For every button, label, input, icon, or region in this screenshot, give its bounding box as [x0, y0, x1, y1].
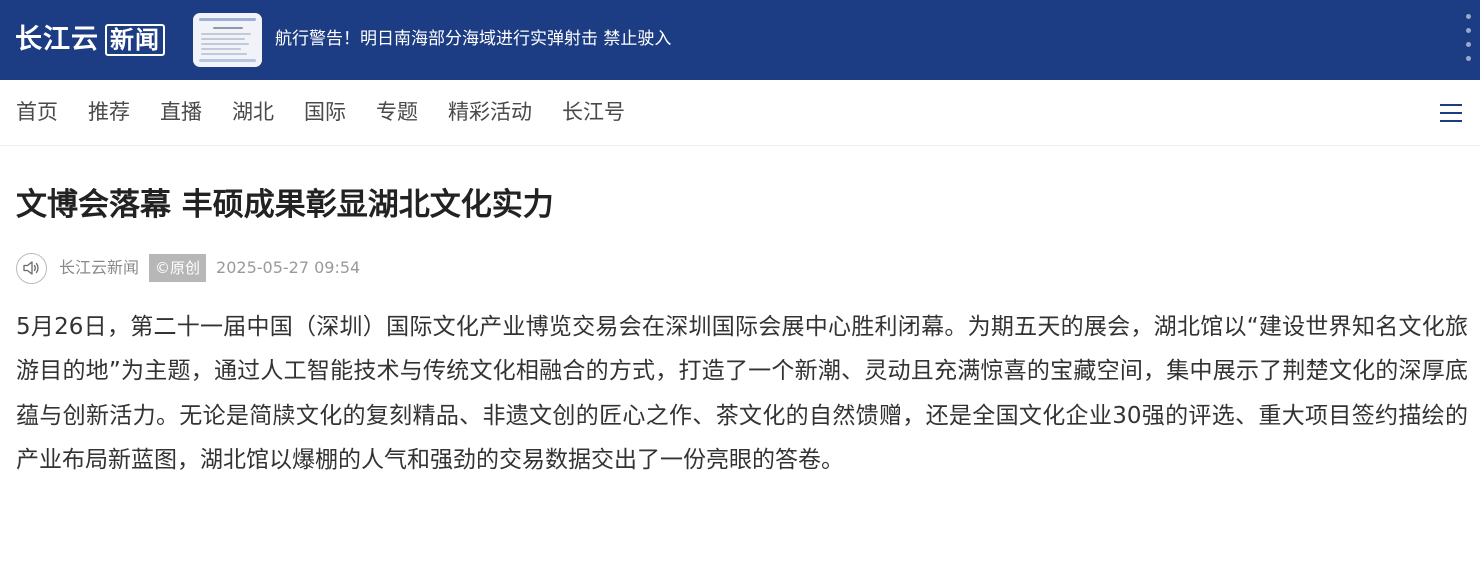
logo-badge: 新闻 — [105, 24, 165, 56]
publish-date: 2025-05-27 09:54 — [216, 258, 361, 277]
speaker-glyph — [22, 261, 39, 275]
breaking-alert-link[interactable]: 航行警告！明日南海部分海域进行实弹射击 禁止驶入 — [275, 27, 671, 51]
nav-list: 首页 推荐 直播 湖北 国际 专题 精彩活动 长江号 — [16, 97, 625, 127]
nav-item-recommend[interactable]: 推荐 — [88, 97, 130, 127]
nav-item-events[interactable]: 精彩活动 — [448, 97, 532, 127]
hamburger-menu-icon[interactable] — [1440, 104, 1462, 122]
nav-item-topics[interactable]: 专题 — [376, 97, 418, 127]
site-logo[interactable]: 长江云 新闻 — [15, 24, 165, 56]
nav-item-international[interactable]: 国际 — [304, 97, 346, 127]
speaker-icon[interactable] — [16, 252, 47, 284]
main-nav: 首页 推荐 直播 湖北 国际 专题 精彩活动 长江号 — [0, 80, 1480, 146]
nav-item-hubei[interactable]: 湖北 — [232, 97, 274, 127]
article-title: 文博会落幕 丰硕成果彰显湖北文化实力 — [16, 187, 554, 223]
article-body: 5月26日，第二十一届中国（深圳）国际文化产业博览交易会在深圳国际会展中心胜利闭… — [16, 314, 1468, 473]
news-thumbnail[interactable] — [193, 13, 262, 67]
logo-text: 长江云 — [15, 24, 99, 55]
article-source[interactable]: 长江云新闻 — [59, 257, 139, 279]
vertical-dots-icon[interactable] — [1466, 14, 1472, 66]
nav-item-home[interactable]: 首页 — [16, 97, 58, 127]
original-badge: ©原创 — [149, 254, 207, 282]
article-meta: 长江云新闻 ©原创 2025-05-27 09:54 — [16, 252, 360, 284]
top-banner: 长江云 新闻 航行警告！明日南海部分海域进行实弹射击 禁止驶入 — [0, 0, 1480, 80]
nav-item-changjiang[interactable]: 长江号 — [562, 97, 625, 127]
nav-item-live[interactable]: 直播 — [160, 97, 202, 127]
